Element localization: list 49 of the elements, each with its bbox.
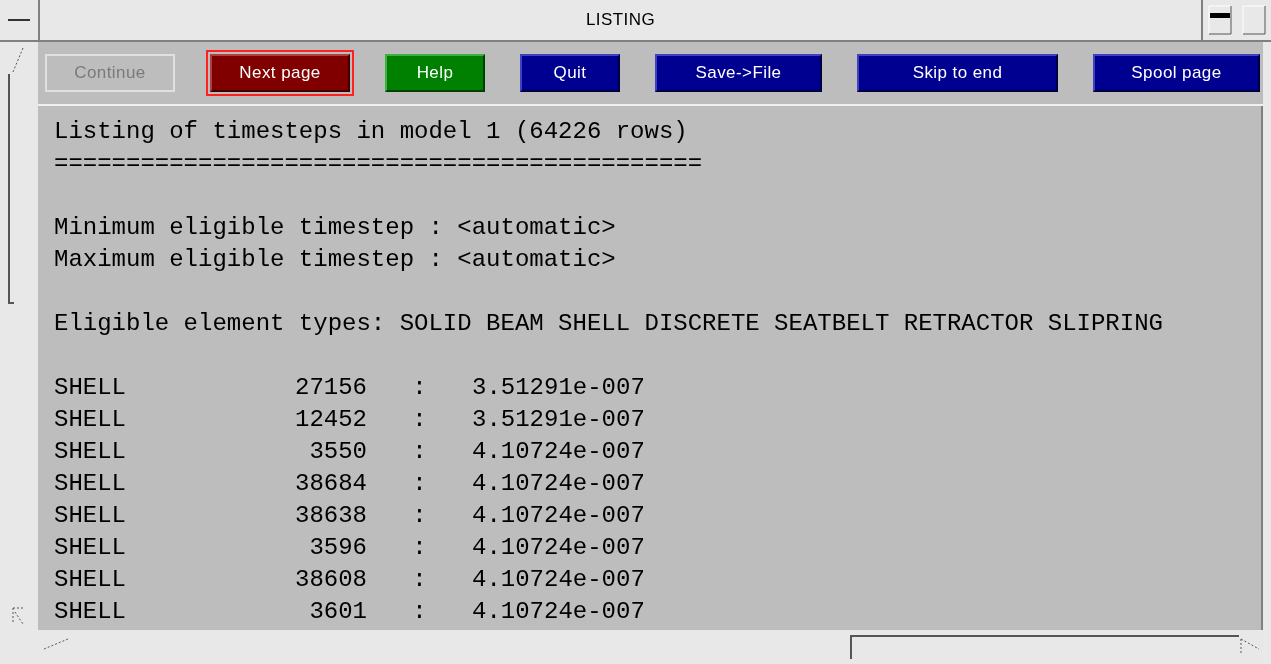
separator: : bbox=[411, 469, 428, 499]
element-type: SHELL bbox=[54, 565, 127, 595]
element-type: SHELL bbox=[54, 469, 127, 499]
element-id: 38638 bbox=[294, 501, 367, 531]
separator: : bbox=[411, 597, 428, 627]
element-type: SHELL bbox=[54, 597, 127, 627]
listing-line: Listing of timesteps in model 1 (64226 rows) bbox=[54, 118, 688, 145]
element-type: SHELL bbox=[54, 373, 127, 403]
scroll-thumb[interactable] bbox=[850, 635, 1239, 659]
timestep-value: 4.10724e-007 bbox=[472, 501, 645, 531]
window-menu-icon[interactable] bbox=[8, 18, 30, 22]
separator: : bbox=[411, 565, 428, 595]
listing-line: Eligible element types: SOLID BEAM SHELL DISCRETE SEATBELT RETRACTOR SLIPRING bbox=[54, 310, 1163, 337]
element-id: 3550 bbox=[308, 437, 367, 467]
toolbar-button[interactable]: Spool page bbox=[1093, 54, 1260, 92]
toolbar-button[interactable]: Save->File bbox=[655, 54, 822, 92]
separator: : bbox=[411, 437, 428, 467]
timestep-value: 4.10724e-007 bbox=[472, 565, 645, 595]
toolbar-button[interactable]: Help bbox=[385, 54, 485, 92]
timestep-value: 4.10724e-007 bbox=[472, 597, 645, 627]
separator: : bbox=[411, 373, 428, 403]
timestep-value: 4.10724e-007 bbox=[472, 533, 645, 563]
separator: : bbox=[411, 533, 428, 563]
minimize-icon[interactable] bbox=[1208, 5, 1232, 35]
listing-line: ============================================= bbox=[54, 150, 703, 177]
element-type: SHELL bbox=[54, 437, 127, 467]
separator: : bbox=[411, 405, 428, 435]
scroll-thumb[interactable] bbox=[8, 74, 14, 304]
toolbar-button[interactable]: Skip to end bbox=[857, 54, 1058, 92]
toolbar-button[interactable]: Quit bbox=[520, 54, 620, 92]
timestep-value: 3.51291e-007 bbox=[472, 373, 645, 403]
element-id: 12452 bbox=[294, 405, 367, 435]
element-type: SHELL bbox=[54, 501, 127, 531]
element-type: SHELL bbox=[54, 533, 127, 563]
separator: : bbox=[411, 501, 428, 531]
timestep-value: 3.51291e-007 bbox=[472, 405, 645, 435]
listing-line: Maximum eligible timestep : <automatic> bbox=[54, 246, 616, 273]
element-id: 38684 bbox=[294, 469, 367, 499]
element-type: SHELL bbox=[54, 405, 127, 435]
listing-line: Minimum eligible timestep : <automatic> bbox=[54, 214, 616, 241]
toolbar-button[interactable]: Next page bbox=[210, 54, 350, 92]
element-id: 27156 bbox=[294, 373, 367, 403]
timestep-value: 4.10724e-007 bbox=[472, 437, 645, 467]
timestep-value: 4.10724e-007 bbox=[472, 469, 645, 499]
element-id: 38608 bbox=[294, 565, 367, 595]
element-id: 3601 bbox=[308, 597, 367, 627]
window-title: LISTING bbox=[585, 9, 656, 32]
maximize-icon[interactable] bbox=[1242, 5, 1266, 35]
element-id: 3596 bbox=[308, 533, 367, 563]
